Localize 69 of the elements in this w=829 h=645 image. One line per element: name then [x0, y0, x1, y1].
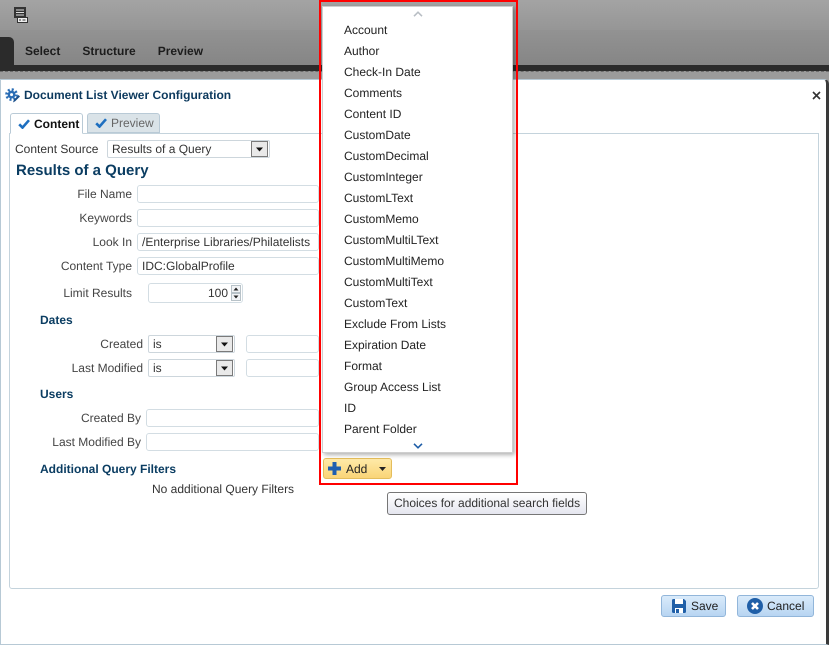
dialog-tab[interactable]: Content — [10, 113, 83, 134]
close-icon[interactable] — [812, 90, 821, 100]
menu-item[interactable]: CustomDecimal — [323, 146, 429, 167]
menu-item[interactable]: CustomInteger — [323, 167, 423, 188]
menu-item[interactable]: CustomMultiLText — [323, 230, 438, 251]
menu-item[interactable]: CustomLText — [323, 188, 414, 209]
menu-item[interactable]: Group Access List — [323, 377, 441, 398]
menu-item[interactable]: Content ID — [323, 104, 402, 125]
date-field[interactable] — [246, 335, 319, 353]
section-heading: Users — [40, 386, 74, 403]
field-label: Created By — [80, 411, 141, 425]
menu-item[interactable]: CustomMultiText — [323, 272, 433, 293]
cancel-button[interactable]: Cancel — [737, 595, 814, 617]
section-heading: Results of a Query — [15, 162, 149, 180]
tooltip: Choices for additional search fields — [387, 492, 588, 515]
check-icon — [95, 118, 107, 128]
menu-item[interactable]: CustomText — [323, 293, 408, 314]
text-field[interactable]: IDC:GlobalProfile — [137, 257, 319, 275]
caret-icon — [379, 466, 386, 470]
text-field[interactable] — [137, 185, 319, 203]
section-heading: Dates — [40, 312, 73, 329]
app-tab[interactable]: Structure — [71, 37, 147, 65]
check-icon — [18, 118, 30, 128]
menu-item[interactable]: CustomMultiMemo — [323, 251, 444, 272]
number-spinner-field[interactable]: 100 — [148, 283, 243, 303]
app-tab[interactable]: Select — [14, 37, 72, 65]
menu-item[interactable]: Expiration Date — [323, 335, 426, 356]
add-button[interactable]: Add — [323, 458, 392, 479]
chevron-down-icon[interactable] — [412, 443, 422, 449]
field-label: Limit Results — [63, 286, 132, 300]
menu-item[interactable]: Comments — [323, 83, 402, 104]
dialog-tab[interactable]: Preview — [87, 113, 160, 133]
menu-item[interactable]: Parent Folder — [323, 419, 417, 440]
menu-item[interactable]: Exclude From Lists — [323, 314, 446, 335]
field-label: Last Modified — [72, 361, 143, 375]
app-tab[interactable]: Preview — [146, 37, 214, 65]
field-label: Content Source — [15, 142, 98, 156]
document-icon[interactable] — [14, 7, 28, 23]
field-label: Last Modified By — [52, 435, 141, 449]
menu-item[interactable]: ID — [323, 398, 356, 419]
text-field[interactable] — [146, 433, 319, 451]
empty-message: No additional Query Filters — [152, 482, 294, 496]
operator-select[interactable]: is — [148, 335, 235, 353]
menu-item[interactable]: Format — [323, 356, 382, 377]
spin-up-icon[interactable] — [231, 285, 241, 293]
text-field[interactable] — [146, 409, 319, 427]
content-source-select[interactable]: Results of a Query — [107, 140, 270, 158]
menu-item[interactable]: CustomMemo — [323, 209, 419, 230]
section-heading: Additional Query Filters — [40, 460, 176, 478]
save-icon — [671, 598, 687, 614]
gear-icon — [5, 88, 20, 102]
cancel-icon — [747, 598, 763, 614]
field-label: File Name — [77, 187, 132, 201]
field-label: Created — [100, 337, 143, 351]
text-field[interactable] — [137, 209, 319, 227]
menu-item[interactable]: Account — [323, 20, 388, 41]
menu-item[interactable]: CustomDate — [323, 125, 411, 146]
field-label: Keywords — [79, 211, 132, 225]
field-label: Look In — [92, 235, 132, 249]
text-field[interactable]: /Enterprise Libraries/Philatelists — [137, 233, 319, 251]
date-field[interactable] — [246, 359, 319, 377]
plus-icon — [327, 461, 342, 476]
spin-down-icon[interactable] — [231, 293, 241, 301]
menu-item[interactable]: Check-In Date — [323, 62, 421, 83]
save-button[interactable]: Save — [661, 595, 726, 617]
field-label: Content Type — [60, 259, 132, 273]
operator-select[interactable]: is — [148, 359, 235, 377]
menu-item[interactable]: Author — [323, 41, 380, 62]
dialog-title: Document List Viewer Configuration — [24, 88, 232, 102]
